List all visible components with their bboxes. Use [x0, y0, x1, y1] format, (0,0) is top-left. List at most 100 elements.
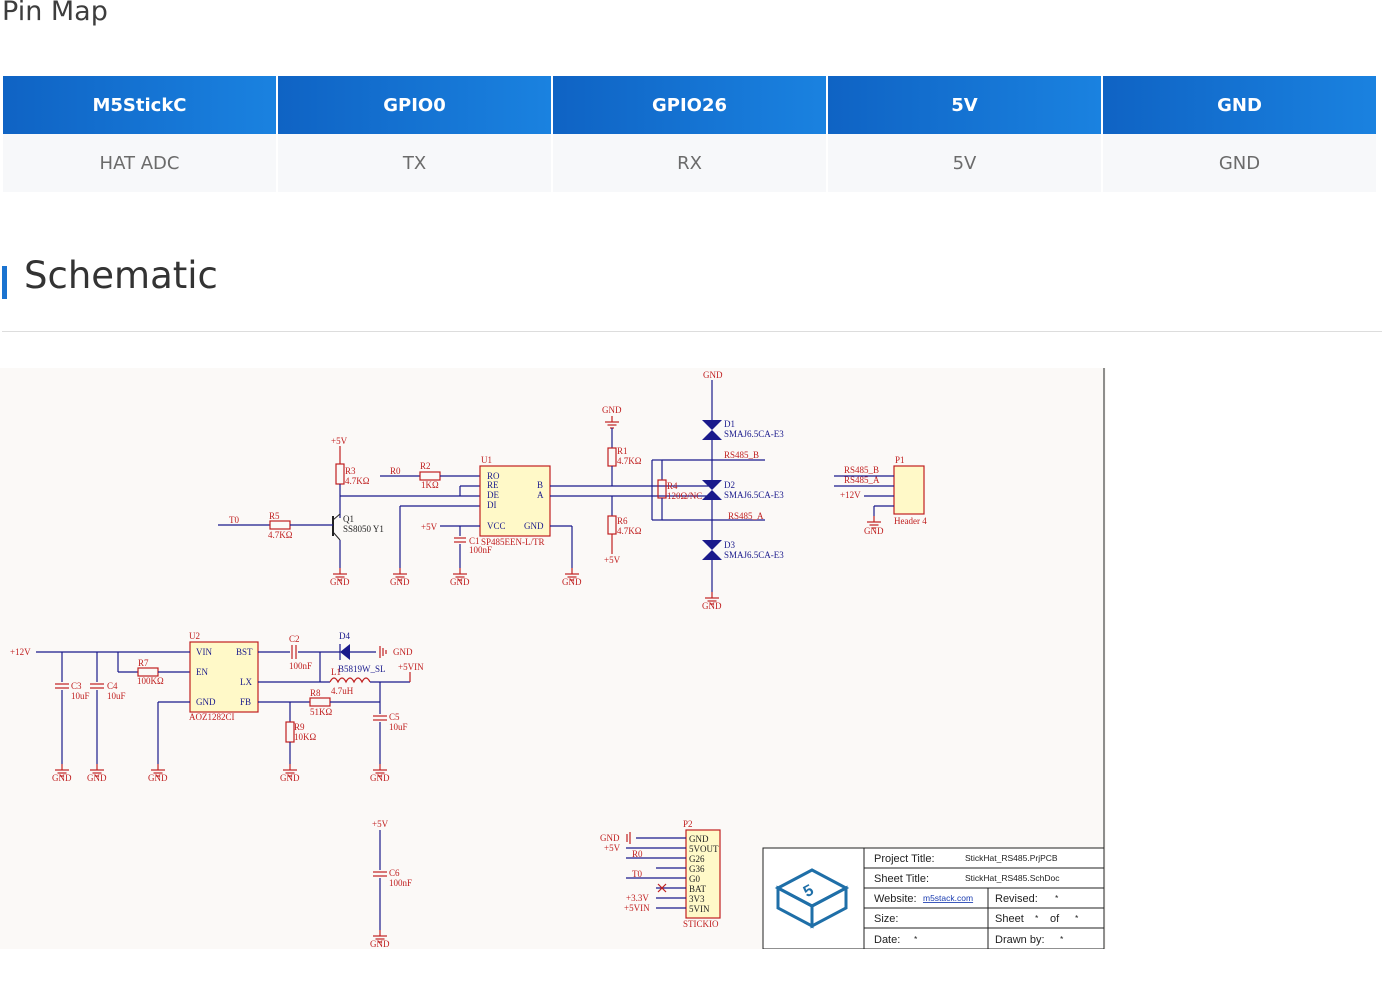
p2-pin: GND: [689, 834, 709, 844]
pin-map-cell: 5V: [828, 134, 1101, 192]
d1-value: SMAJ6.5CA-E3: [724, 429, 784, 439]
p2-pin: 3V3: [689, 894, 705, 904]
gnd-label: GND: [390, 577, 410, 587]
c3-value: 10uF: [71, 691, 90, 701]
drawn-by-label: Drawn by:: [995, 934, 1045, 946]
r9-value: 10KΩ: [294, 732, 316, 742]
net-label-t0: T0: [229, 515, 239, 525]
net-label-5vin: +5VIN: [624, 903, 650, 913]
p1-header: [893, 465, 925, 515]
u2-pin: GND: [196, 697, 216, 707]
r9-label: R9: [294, 722, 305, 732]
gnd-label: GND: [87, 773, 107, 783]
gnd-label: GND: [450, 577, 470, 587]
p2-pin: BAT: [689, 884, 707, 894]
r8-value: 51KΩ: [310, 707, 332, 717]
c1-value: 100nF: [469, 545, 492, 555]
project-title-label: Project Title:: [874, 853, 935, 865]
pin-map-table: M5StickC GPIO0 GPIO26 5V GND HAT ADC TX …: [1, 76, 1378, 192]
c5-value: 10uF: [389, 722, 408, 732]
c5-label: C5: [389, 712, 400, 722]
pin-map-cell: RX: [553, 134, 826, 192]
u2-pin: VIN: [196, 647, 212, 657]
r4-label: R4: [667, 481, 678, 491]
gnd-label: GND: [370, 939, 390, 949]
net-label-12v: +12V: [10, 647, 31, 657]
website-label: Website:: [874, 893, 917, 905]
net-label-r0: R0: [390, 466, 401, 476]
d2-label: D2: [724, 480, 735, 490]
size-label: Size:: [874, 913, 898, 925]
sheet-title-value: StickHat_RS485.SchDoc: [965, 873, 1060, 883]
u2-pin: EN: [196, 667, 208, 677]
net-label-t0: T0: [632, 869, 642, 879]
u2-label: U2: [189, 631, 200, 641]
q1-value: SS8050 Y1: [343, 524, 384, 534]
u1-label: U1: [481, 455, 492, 465]
pin-map-cell: HAT ADC: [3, 134, 276, 192]
u1-pin: DE: [487, 490, 499, 500]
net-label-rs485b: RS485_B: [724, 450, 759, 460]
pin-map-header-cell: GPIO26: [553, 76, 826, 134]
c3-label: C3: [71, 681, 82, 691]
net-label-rs485a: RS485_A: [728, 511, 764, 521]
net-label-r0: R0: [632, 849, 643, 859]
pin-map-header-cell: 5V: [828, 76, 1101, 134]
project-title-value: StickHat_RS485.PrjPCB: [965, 853, 1058, 863]
c4-label: C4: [107, 681, 118, 691]
gnd-label: GND: [370, 773, 390, 783]
schematic-image: +5V R3 4.7KΩ GND Q1 SS8050 Y1 T0 R5 4.7K…: [0, 368, 1106, 949]
net-label-rs485b: RS485_B: [844, 465, 879, 475]
heading-accent-bar: [2, 266, 7, 299]
r2-label: R2: [420, 461, 431, 471]
net-label-5v: +5V: [421, 522, 438, 532]
r5-label: R5: [269, 511, 280, 521]
r6-value: 4.7KΩ: [617, 526, 642, 536]
net-label-5v: +5V: [372, 819, 389, 829]
r6-label: R6: [617, 516, 628, 526]
c6-label: C6: [389, 868, 400, 878]
pin-map-header-cell: GND: [1103, 76, 1376, 134]
r1-label: R1: [617, 446, 628, 456]
d4-value: B5819W_SL: [338, 664, 386, 674]
pin-map-title: Pin Map: [2, 0, 108, 27]
pin-map-header-row: M5StickC GPIO0 GPIO26 5V GND: [3, 76, 1376, 134]
p2-pin: G26: [689, 854, 705, 864]
pin-map-header-cell: GPIO0: [278, 76, 551, 134]
net-label-5v: +5V: [331, 436, 348, 446]
u2-pin: FB: [240, 697, 251, 707]
d3-value: SMAJ6.5CA-E3: [724, 550, 784, 560]
pin-map-cell: GND: [1103, 134, 1376, 192]
r8-label: R8: [310, 688, 321, 698]
gnd-label: GND: [562, 577, 582, 587]
p2-label: P2: [683, 819, 693, 829]
c2-label: C2: [289, 634, 300, 644]
gnd-label: GND: [600, 833, 620, 843]
d2-value: SMAJ6.5CA-E3: [724, 490, 784, 500]
d4-label: D4: [339, 631, 350, 641]
net-label-5v: +5V: [604, 555, 621, 565]
r3-value: 4.7KΩ: [345, 476, 370, 486]
revised-label: Revised:: [995, 893, 1038, 905]
r7-label: R7: [138, 658, 149, 668]
u2-value: AOZ1282CI: [189, 712, 235, 722]
of-label: of: [1050, 913, 1060, 925]
schematic-drawing: +5V R3 4.7KΩ GND Q1 SS8050 Y1 T0 R5 4.7K…: [10, 368, 1105, 949]
sheet-title-label: Sheet Title:: [874, 873, 929, 885]
c2-value: 100nF: [289, 661, 312, 671]
pin-map-cell: TX: [278, 134, 551, 192]
net-label-5vin: +5VIN: [398, 662, 424, 672]
gnd-label: GND: [280, 773, 300, 783]
net-label-12v: +12V: [840, 490, 861, 500]
section-divider: [2, 331, 1382, 332]
gnd-label: GND: [864, 526, 884, 536]
p2-pin: G36: [689, 864, 705, 874]
sheet-label: Sheet: [995, 913, 1024, 925]
r4-value: 120Ω/NC: [667, 491, 702, 501]
r2-value: 1KΩ: [421, 480, 439, 490]
c4-value: 10uF: [107, 691, 126, 701]
website-link[interactable]: m5stack.com: [923, 893, 973, 903]
l1-value: 4.7uH: [331, 686, 354, 696]
c6-value: 100nF: [389, 878, 412, 888]
p2-value: STICKIO: [683, 919, 719, 929]
